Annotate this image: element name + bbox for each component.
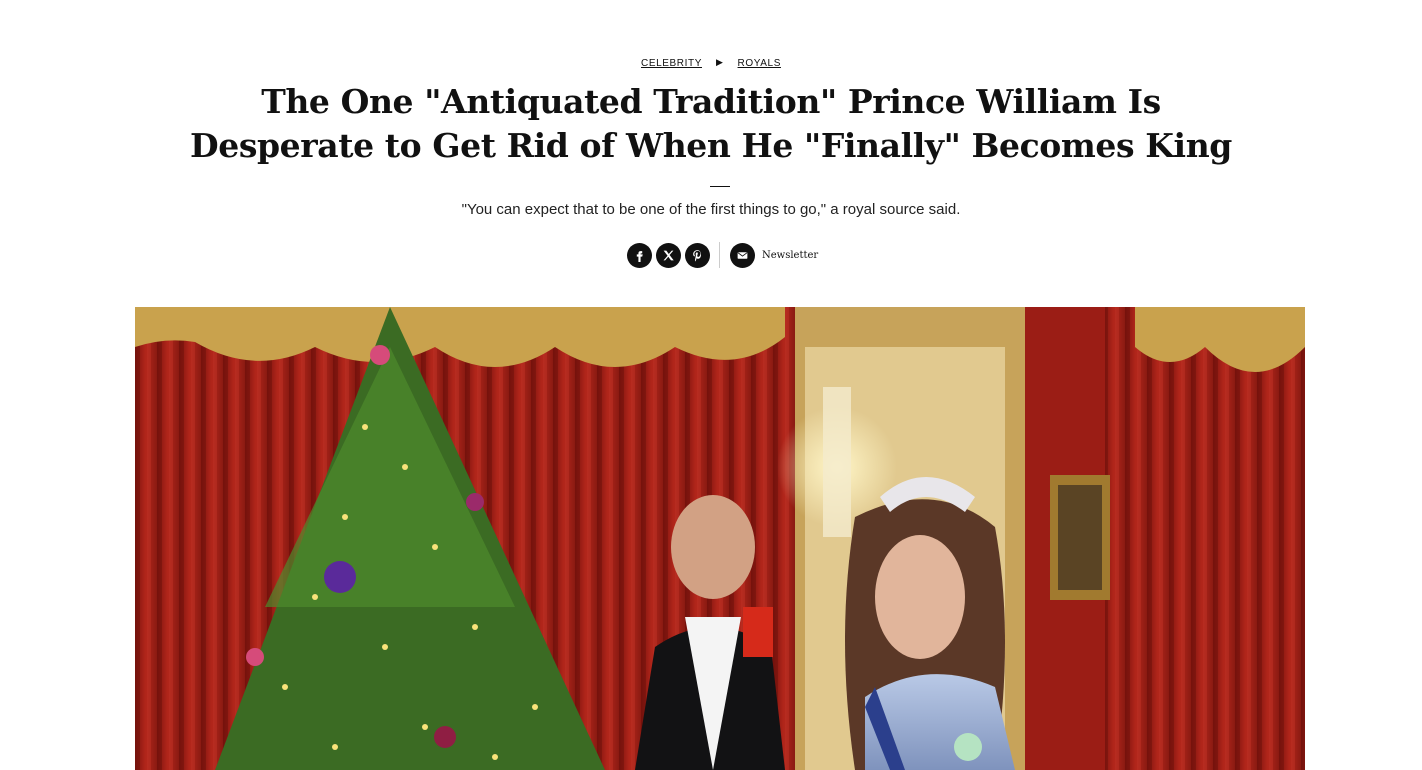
share-divider <box>719 242 720 268</box>
x-share-button[interactable] <box>656 242 681 268</box>
article-title-line-1: The One "Antiquated Tradition" Prince Wi… <box>261 82 1161 121</box>
mail-icon <box>737 251 748 259</box>
article-dek: "You can expect that to be one of the fi… <box>461 201 961 218</box>
title-divider <box>710 186 730 187</box>
breadcrumb: CELEBRITY ▶ ROYALS <box>0 57 1422 70</box>
breadcrumb-link-royals[interactable]: ROYALS <box>738 58 781 69</box>
chevron-right-icon: ▶ <box>716 57 724 67</box>
article-title-line-2: Desperate to Get Rid of When He "Finally… <box>190 126 1232 165</box>
newsletter-button[interactable]: Newsletter <box>730 242 819 268</box>
hero-photo <box>135 307 1305 770</box>
article-title: The One "Antiquated Tradition" Prince Wi… <box>0 80 1422 168</box>
breadcrumb-link-celebrity[interactable]: CELEBRITY <box>641 58 702 69</box>
pinterest-share-button[interactable] <box>685 242 710 268</box>
hero-image <box>135 307 1305 770</box>
mail-button[interactable] <box>730 242 755 268</box>
facebook-share-button[interactable] <box>627 242 652 268</box>
newsletter-label: Newsletter <box>762 249 819 261</box>
x-icon <box>663 250 674 260</box>
facebook-icon <box>636 250 643 262</box>
pinterest-icon <box>693 249 701 261</box>
share-bar: Newsletter <box>627 241 818 269</box>
